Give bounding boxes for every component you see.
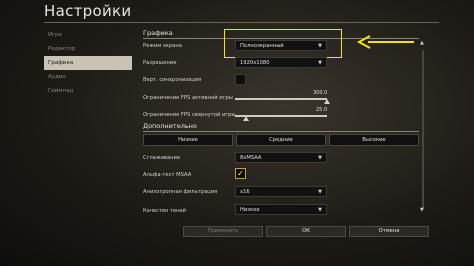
scroll-up-icon[interactable]: ▲ bbox=[420, 40, 424, 46]
screen-mode-label: Режим экрана bbox=[143, 43, 182, 49]
fps-active-slider-handle[interactable] bbox=[324, 99, 330, 104]
fps-active-slider[interactable] bbox=[235, 98, 327, 100]
antialiasing-value: 8xMSAA bbox=[240, 155, 262, 161]
shadow-quality-value: Низкое bbox=[240, 207, 260, 213]
resolution-dropdown[interactable]: 1920x1080 ▼ bbox=[235, 57, 327, 68]
sidebar: Игра Редактор Графика Аудио Геймпад bbox=[44, 28, 132, 98]
preset-high-button[interactable]: Высокие bbox=[329, 134, 419, 146]
anisotropic-dropdown[interactable]: x16 ▼ bbox=[235, 186, 327, 197]
anisotropic-label: Анизотропная фильтрация bbox=[143, 189, 218, 195]
antialiasing-dropdown[interactable]: 8xMSAA ▼ bbox=[235, 152, 327, 163]
alpha-test-checkbox[interactable]: ✓ bbox=[235, 168, 246, 179]
vsync-label: Верт. синхронизация bbox=[143, 77, 202, 83]
fps-minimized-label: Ограничение FPS свернутой игры bbox=[143, 112, 236, 118]
resolution-value: 1920x1080 bbox=[240, 60, 270, 66]
antialiasing-label: Сглаживание bbox=[143, 155, 181, 161]
cancel-button[interactable]: Отмена bbox=[349, 226, 429, 237]
vsync-checkbox[interactable] bbox=[235, 74, 246, 85]
preset-medium-button[interactable]: Средние bbox=[236, 134, 326, 146]
anisotropic-value: x16 bbox=[240, 189, 250, 195]
advanced-section-divider bbox=[143, 131, 419, 132]
chevron-down-icon: ▼ bbox=[318, 155, 322, 161]
chevron-down-icon: ▼ bbox=[318, 60, 322, 66]
ok-button[interactable]: ОК bbox=[266, 226, 346, 237]
scrollbar[interactable] bbox=[422, 50, 424, 208]
chevron-down-icon: ▼ bbox=[318, 207, 322, 213]
sidebar-item-gamepad[interactable]: Геймпад bbox=[44, 84, 132, 98]
sidebar-item-editor[interactable]: Редактор bbox=[44, 42, 132, 56]
apply-button[interactable]: Применить bbox=[183, 226, 263, 237]
advanced-section-title: Дополнительно bbox=[143, 122, 197, 130]
highlight-box bbox=[224, 29, 342, 58]
fps-active-value: 300.0 bbox=[313, 90, 328, 96]
fps-active-label: Ограничение FPS активной игры bbox=[143, 95, 233, 101]
sidebar-item-graphics[interactable]: Графика bbox=[44, 56, 132, 70]
title-divider bbox=[44, 22, 439, 23]
alpha-test-label: Альфа-тест MSAA bbox=[143, 172, 192, 178]
fps-minimized-slider-handle[interactable] bbox=[243, 116, 250, 121]
sidebar-item-audio[interactable]: Аудио bbox=[44, 70, 132, 84]
annotation-arrow-icon bbox=[356, 35, 414, 49]
shadow-quality-dropdown[interactable]: Низкое ▼ bbox=[235, 204, 327, 215]
sidebar-item-game[interactable]: Игра bbox=[44, 28, 132, 42]
graphics-section-title: Графика bbox=[143, 29, 173, 37]
page-title: Настройки bbox=[44, 2, 132, 20]
chevron-down-icon: ▼ bbox=[318, 189, 322, 195]
preset-low-button[interactable]: Низкие bbox=[143, 134, 233, 146]
scroll-down-icon[interactable]: ▼ bbox=[420, 207, 424, 213]
shadow-quality-label: Качество теней bbox=[143, 208, 187, 214]
fps-minimized-value: 25.0 bbox=[316, 107, 328, 113]
resolution-label: Разрешение bbox=[143, 60, 177, 66]
